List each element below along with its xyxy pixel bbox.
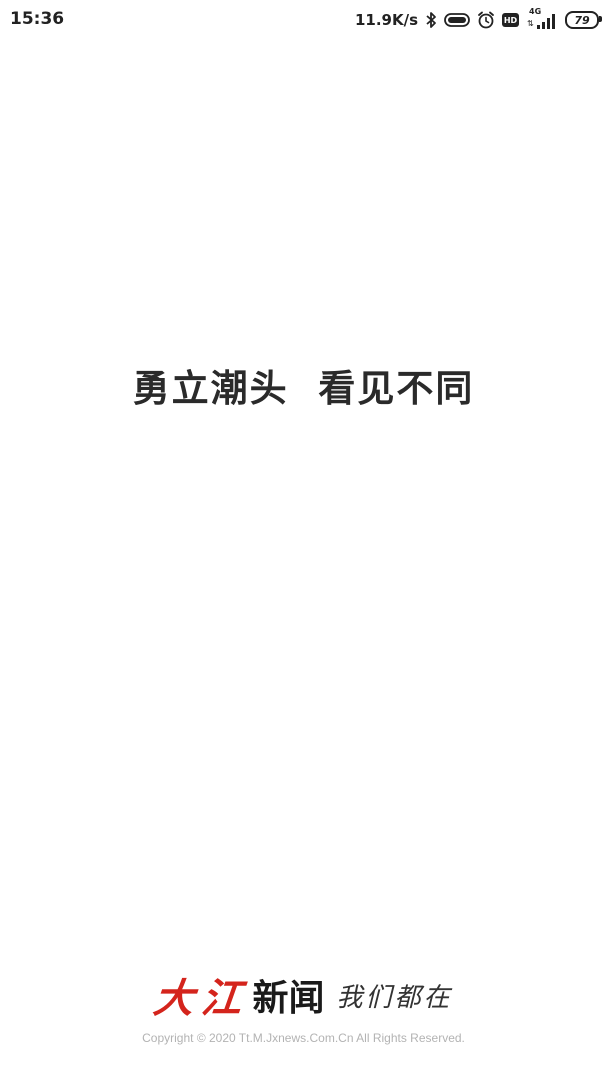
brand-logo: 大江 新闻 我们都在 [0, 968, 607, 1022]
status-bar: 15:36 11.9K/s HD 4G ⇅ 79 [0, 0, 607, 40]
hd-icon: HD [502, 13, 519, 27]
copyright-text: Copyright © 2020 Tt.M.Jxnews.Com.Cn All … [142, 1031, 465, 1045]
bluetooth-icon [425, 11, 437, 29]
brand-name-red: 大江 [151, 975, 253, 1022]
brand-name-black: 新闻 [252, 977, 325, 1019]
status-icons: 11.9K/s HD 4G ⇅ 79 [354, 7, 602, 32]
signal-icon: 4G ⇅ [526, 7, 558, 31]
brand-tagline: 我们都在 [336, 982, 453, 1013]
alarm-icon [477, 11, 495, 29]
splash-slogan: 勇立潮头 看见不同 [132, 366, 475, 410]
toggle-icon [444, 13, 470, 27]
battery-icon: 79 [565, 11, 602, 29]
status-time: 15:36 [10, 9, 65, 29]
battery-level: 79 [574, 13, 590, 27]
network-speed: 11.9K/s [354, 11, 418, 29]
